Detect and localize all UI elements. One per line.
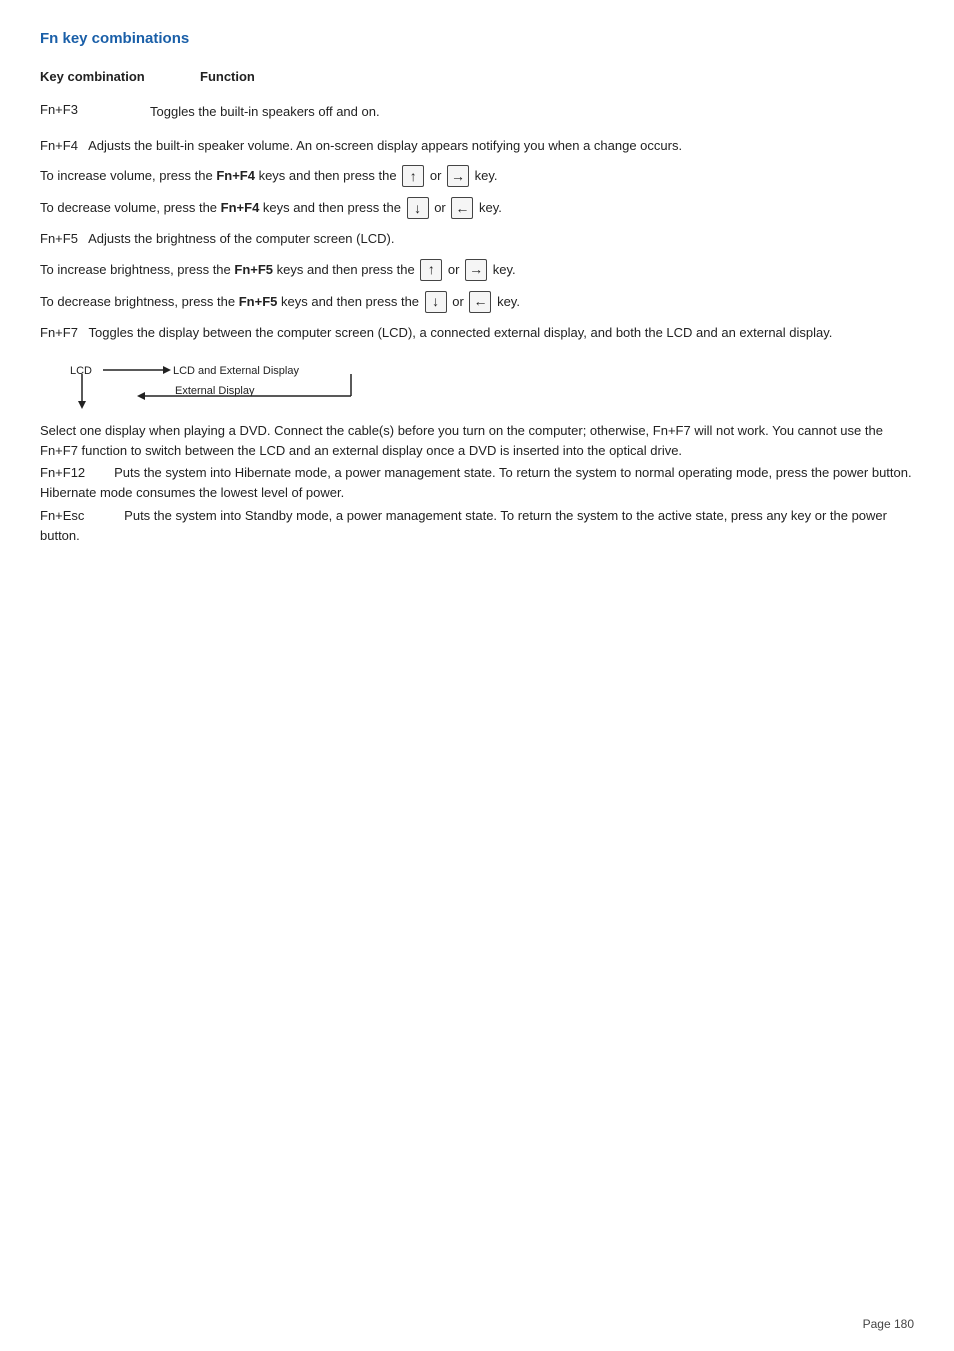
fn3-key: Fn+F3	[40, 102, 150, 122]
fn4-decrease-text-before: To decrease volume, press the	[40, 198, 221, 218]
fn4-increase-text-before: To increase volume, press the	[40, 166, 216, 186]
right-arrow-icon: →	[447, 165, 469, 187]
left-arrow-icon: ←	[451, 197, 473, 219]
fn12-key: Fn+F12	[40, 465, 85, 480]
fn4-decrease-line: To decrease volume, press the Fn+F4 keys…	[40, 197, 914, 219]
fn3-description: Toggles the built-in speakers off and on…	[150, 102, 914, 122]
fn4-decrease-keys: Fn+F4	[221, 198, 260, 218]
bottom-notes: Select one display when playing a DVD. C…	[40, 421, 914, 546]
fn3-row: Fn+F3 Toggles the built-in speakers off …	[40, 102, 914, 122]
fn4-increase-line: To increase volume, press the Fn+F4 keys…	[40, 165, 914, 187]
fn4-description: Adjusts the built-in speaker volume. An …	[88, 138, 682, 153]
header-key-combination: Key combination	[40, 69, 200, 84]
fn4-key: Fn+F4	[40, 138, 78, 153]
table-header: Key combination Function	[40, 69, 914, 84]
fn12-desc: Puts the system into Hibernate mode, a p…	[40, 465, 912, 500]
fn4-increase-keys: Fn+F4	[216, 166, 255, 186]
page-number: Page 180	[863, 1317, 914, 1331]
svg-text:LCD: LCD	[70, 365, 92, 377]
fn5-description: Adjusts the brightness of the computer s…	[88, 231, 394, 246]
up-arrow-icon: ↑	[402, 165, 424, 187]
fn5-decrease-keys: Fn+F5	[239, 292, 278, 312]
page-title: Fn key combinations	[40, 30, 914, 47]
fn4-row: Fn+F4 Adjusts the built-in speaker volum…	[40, 136, 914, 156]
fn4-decrease-text-after: keys and then press the	[259, 198, 404, 218]
lcd-diagram: LCD LCD and External Display External Di…	[70, 354, 914, 409]
fn5-increase-keys: Fn+F5	[234, 260, 273, 280]
fn5-row: Fn+F5 Adjusts the brightness of the comp…	[40, 229, 914, 249]
down-arrow-icon: ↓	[407, 197, 429, 219]
down-arrow-icon-2: ↓	[425, 291, 447, 313]
dvd-note: Select one display when playing a DVD. C…	[40, 421, 914, 461]
svg-text:External Display: External Display	[175, 385, 255, 397]
fn-esc-desc: Puts the system into Standby mode, a pow…	[40, 508, 887, 543]
fn4-increase-text-after: keys and then press the	[255, 166, 400, 186]
fn7-key: Fn+F7	[40, 325, 78, 340]
fn7-description: Toggles the display between the computer…	[89, 325, 833, 340]
up-arrow-icon-2: ↑	[420, 259, 442, 281]
lcd-diagram-svg: LCD LCD and External Display External Di…	[70, 354, 380, 409]
fn5-increase-line: To increase brightness, press the Fn+F5 …	[40, 259, 914, 281]
svg-text:LCD and External Display: LCD and External Display	[173, 365, 299, 377]
fn5-decrease-line: To decrease brightness, press the Fn+F5 …	[40, 291, 914, 313]
left-arrow-icon-2: ←	[469, 291, 491, 313]
right-arrow-icon-2: →	[465, 259, 487, 281]
fn12-line: Fn+F12 Puts the system into Hibernate mo…	[40, 463, 914, 503]
fn-esc-key: Fn+Esc	[40, 508, 84, 523]
fn7-row: Fn+F7 Toggles the display between the co…	[40, 323, 914, 343]
fn5-key: Fn+F5	[40, 231, 78, 246]
fn-esc-line: Fn+Esc Puts the system into Standby mode…	[40, 506, 914, 546]
header-function: Function	[200, 69, 255, 84]
